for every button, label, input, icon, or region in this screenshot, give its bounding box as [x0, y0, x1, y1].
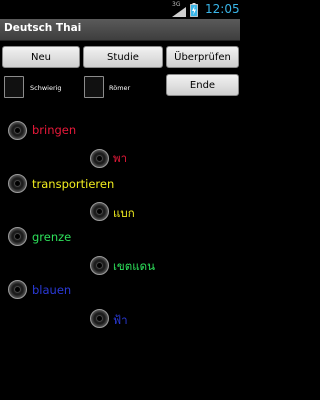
radio-button[interactable]	[90, 202, 109, 221]
word-label: พา	[113, 151, 128, 165]
title-bar: Deutsch Thai	[0, 19, 240, 41]
app-title: Deutsch Thai	[4, 22, 82, 34]
app-screen: 3G 12:05 Deutsch Thai Neu Studie Überprü…	[0, 0, 240, 400]
radio-button[interactable]	[8, 227, 27, 246]
signal-icon	[172, 7, 186, 17]
word-label: blauen	[32, 283, 72, 297]
radio-button[interactable]	[90, 149, 109, 168]
word-label: เขตแดน	[113, 259, 156, 273]
radio-button[interactable]	[90, 256, 109, 275]
battery-charging-icon	[190, 3, 198, 17]
roman-label: Römer	[109, 84, 131, 92]
end-button[interactable]: Ende	[166, 74, 239, 96]
radio-button[interactable]	[8, 280, 27, 299]
roman-checkbox[interactable]	[84, 76, 104, 98]
difficult-checkbox[interactable]	[4, 76, 24, 98]
clock: 12:05	[205, 2, 240, 16]
new-button[interactable]: Neu	[2, 46, 80, 68]
status-bar: 3G 12:05	[0, 0, 240, 19]
word-label: แบก	[113, 206, 135, 220]
difficult-label: Schwierig	[30, 84, 62, 92]
study-button[interactable]: Studie	[83, 46, 163, 68]
word-label: grenze	[32, 230, 72, 244]
radio-button[interactable]	[90, 309, 109, 328]
word-label: ฟ้า	[113, 313, 128, 327]
word-label: transportieren	[32, 177, 115, 191]
check-button[interactable]: Überprüfen	[166, 46, 239, 68]
radio-button[interactable]	[8, 121, 27, 140]
word-label: bringen	[32, 123, 77, 137]
radio-button[interactable]	[8, 174, 27, 193]
